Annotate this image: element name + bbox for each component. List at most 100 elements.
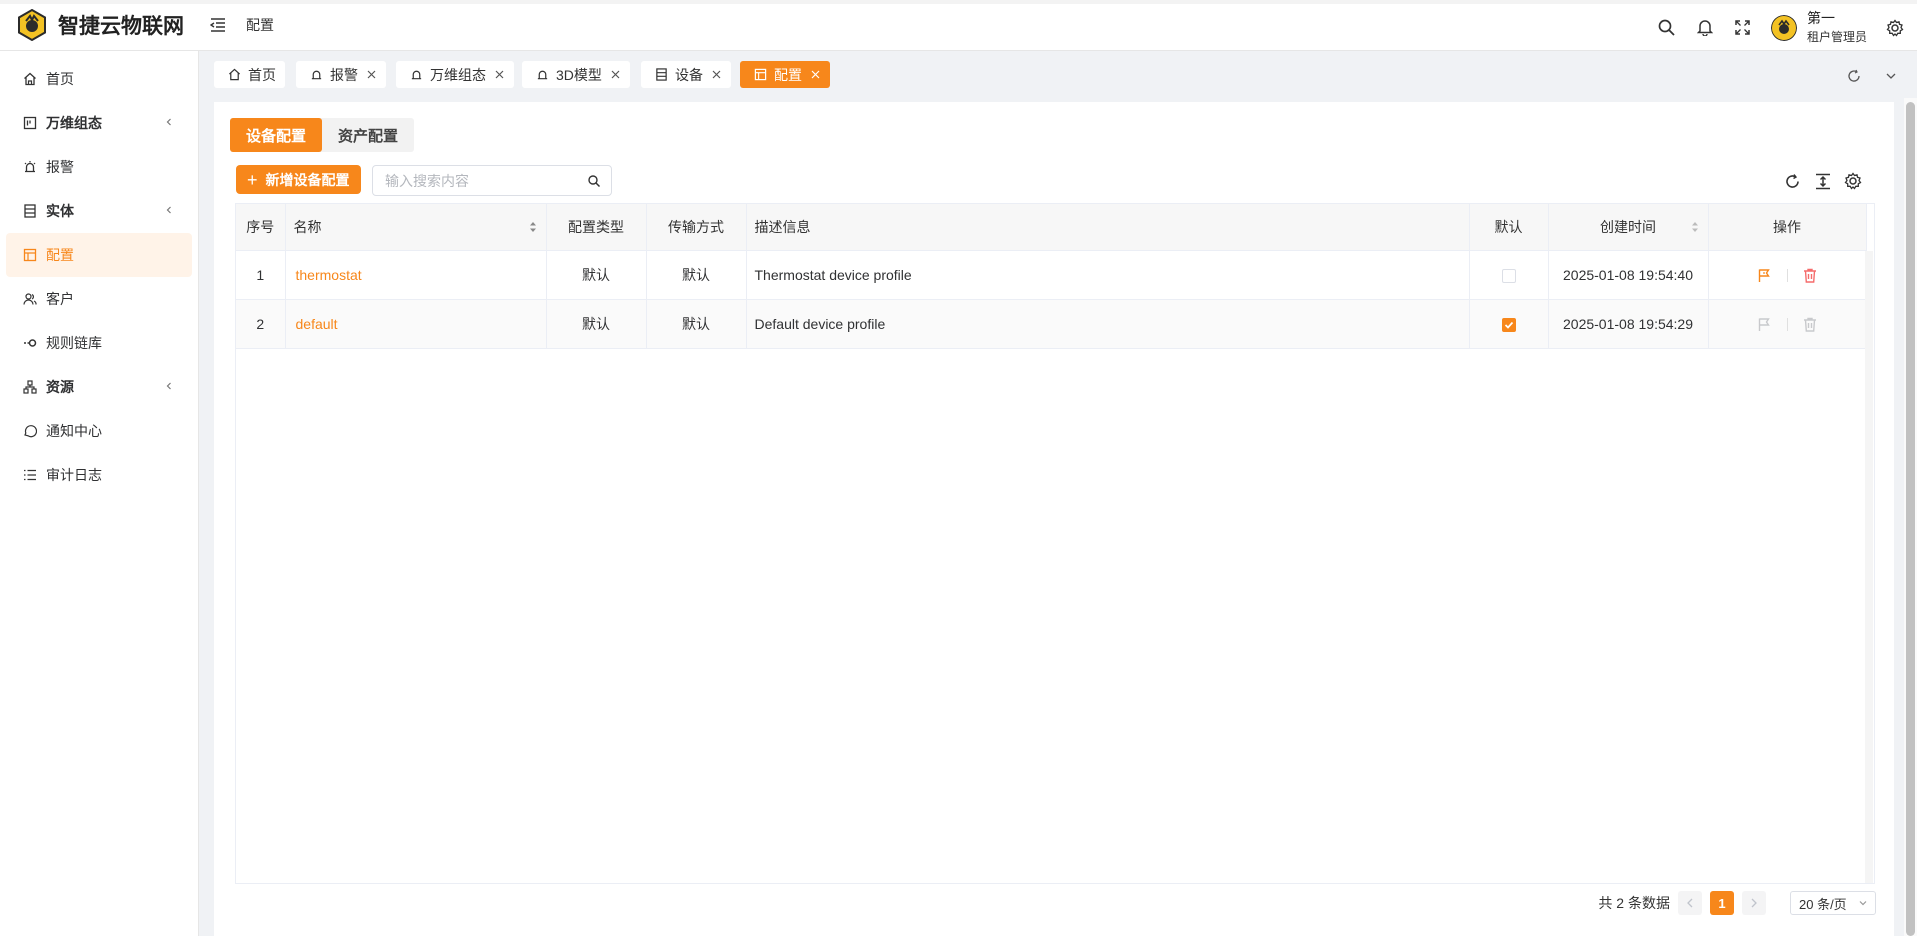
top-bar: 智捷云物联网 配置 第一 租户管理员 — [0, 0, 1917, 51]
column-header-created-time[interactable]: 创建时间 — [1548, 204, 1709, 251]
table-header-row: 序号 名称 配置类型 传输方式 描述信息 默认 创建时间 操作 — [236, 204, 1867, 251]
column-header-transport: 传输方式 — [646, 204, 747, 251]
search-input[interactable] — [385, 172, 575, 189]
search-icon[interactable] — [587, 174, 601, 188]
audit-log-icon — [22, 467, 38, 483]
settings-icon[interactable] — [1844, 172, 1862, 190]
resources-icon — [22, 379, 38, 395]
close-icon[interactable] — [610, 69, 621, 80]
alarm-icon — [22, 159, 38, 175]
tab-alarm[interactable]: 报警 — [296, 61, 386, 88]
brand-logo-icon — [18, 9, 46, 41]
set-default-flag-icon — [1757, 316, 1773, 332]
sidebar-item-label: 报警 — [46, 159, 74, 175]
close-icon[interactable] — [366, 69, 377, 80]
sort-icon[interactable] — [1690, 220, 1700, 234]
home-icon — [22, 71, 38, 87]
sort-icon[interactable] — [528, 220, 538, 234]
add-button-label: 新增设备配置 — [265, 171, 350, 188]
page-number-button[interactable]: 1 — [1710, 891, 1734, 915]
close-icon[interactable] — [494, 69, 505, 80]
next-page-button[interactable] — [1742, 891, 1766, 915]
bell-icon[interactable] — [1695, 18, 1715, 38]
default-checkbox[interactable] — [1501, 317, 1516, 332]
alarm-icon — [410, 68, 424, 82]
sidebar-item-notification[interactable]: 通知中心 — [6, 409, 192, 453]
action-divider — [1786, 317, 1788, 331]
close-icon[interactable] — [810, 69, 821, 80]
cell-transport: 默认 — [646, 299, 747, 349]
column-height-icon[interactable] — [1814, 172, 1832, 190]
default-checkbox[interactable] — [1501, 268, 1516, 283]
plus-icon: + — [247, 169, 258, 190]
device-profile-table: 序号 名称 配置类型 传输方式 描述信息 默认 创建时间 操作 1 thermo… — [235, 203, 1875, 884]
profile-type-tabs: 设备配置 资产配置 — [230, 118, 415, 152]
alarm-icon — [536, 68, 550, 82]
tab-device[interactable]: 设备 — [641, 61, 731, 88]
sidebar: 首页 万维组态 报警 实体 配置 客户 规则链库 资源 通知中心 审计日志 — [0, 51, 199, 936]
cell-created-time: 2025-01-08 19:54:40 — [1548, 250, 1709, 300]
sidebar-item-label: 规则链库 — [46, 335, 102, 351]
sidebar-item-entity[interactable]: 实体 — [6, 189, 192, 233]
settings-icon[interactable] — [1885, 18, 1905, 38]
sidebar-item-dashboard[interactable]: 万维组态 — [6, 101, 192, 145]
page-scrollbar[interactable] — [1906, 102, 1915, 936]
subtab-asset-profile[interactable]: 资产配置 — [322, 118, 414, 152]
sidebar-item-audit-log[interactable]: 审计日志 — [6, 453, 192, 497]
table-scrollbar[interactable] — [1865, 251, 1873, 883]
page-size-select[interactable]: 20 条/页 — [1790, 891, 1876, 915]
cell-description: Thermostat device profile — [746, 250, 1470, 300]
tabs-bar: 首页 报警 万维组态 3D模型 设备 配置 — [200, 51, 1917, 98]
user-role: 租户管理员 — [1806, 29, 1867, 44]
tab-3d-model[interactable]: 3D模型 — [522, 61, 630, 88]
refresh-tab-icon[interactable] — [1846, 68, 1862, 84]
sidebar-item-label: 资源 — [46, 379, 74, 395]
column-header-description: 描述信息 — [746, 204, 1470, 251]
sidebar-item-config[interactable]: 配置 — [6, 233, 192, 277]
add-device-profile-button[interactable]: + 新增设备配置 — [236, 165, 361, 194]
tab-label: 3D模型 — [556, 66, 602, 83]
header-actions: 第一 租户管理员 — [1657, 4, 1917, 51]
config-icon — [22, 247, 38, 263]
chevron-left-icon — [166, 118, 171, 126]
cell-profile-type: 默认 — [546, 299, 647, 349]
refresh-icon[interactable] — [1783, 172, 1801, 190]
cell-transport: 默认 — [646, 250, 747, 300]
column-header-name[interactable]: 名称 — [285, 204, 547, 251]
chevron-down-icon[interactable] — [1883, 68, 1899, 84]
fullscreen-icon[interactable] — [1733, 18, 1753, 38]
table-row: 1 thermostat 默认 默认 Thermostat device pro… — [236, 250, 1867, 300]
column-header-profile-type: 配置类型 — [546, 204, 647, 251]
sidebar-item-resources[interactable]: 资源 — [6, 365, 192, 409]
home-icon — [228, 68, 242, 82]
notification-icon — [22, 423, 38, 439]
tab-label: 配置 — [774, 66, 802, 83]
profile-name-link[interactable]: thermostat — [294, 267, 362, 283]
delete-icon[interactable] — [1802, 267, 1818, 283]
tab-label: 设备 — [675, 66, 703, 83]
sidebar-item-alarm[interactable]: 报警 — [6, 145, 192, 189]
set-default-flag-icon[interactable] — [1757, 267, 1773, 283]
tab-home[interactable]: 首页 — [214, 61, 285, 88]
entity-icon — [655, 68, 669, 82]
close-icon[interactable] — [711, 69, 722, 80]
sidebar-item-rule-chain[interactable]: 规则链库 — [6, 321, 192, 365]
config-icon — [754, 68, 768, 82]
brand-name: 智捷云物联网 — [58, 15, 184, 38]
cell-index: 1 — [236, 250, 286, 300]
tab-dashboard[interactable]: 万维组态 — [396, 61, 514, 88]
sidebar-item-label: 首页 — [46, 71, 74, 87]
user-menu[interactable]: 第一 租户管理员 — [1770, 9, 1867, 47]
sidebar-item-home[interactable]: 首页 — [6, 57, 192, 101]
prev-page-button[interactable] — [1678, 891, 1702, 915]
tab-config[interactable]: 配置 — [740, 61, 830, 88]
sidebar-item-label: 通知中心 — [46, 423, 102, 439]
delete-icon — [1802, 316, 1818, 332]
sidebar-item-customers[interactable]: 客户 — [6, 277, 192, 321]
profile-name-link[interactable]: default — [294, 316, 338, 332]
search-icon[interactable] — [1657, 18, 1677, 38]
chevron-left-icon — [166, 382, 171, 390]
collapse-menu-icon[interactable] — [208, 15, 228, 35]
main-content: 设备配置 资产配置 + 新增设备配置 序号 名称 — [214, 102, 1894, 936]
subtab-device-profile[interactable]: 设备配置 — [230, 118, 323, 152]
